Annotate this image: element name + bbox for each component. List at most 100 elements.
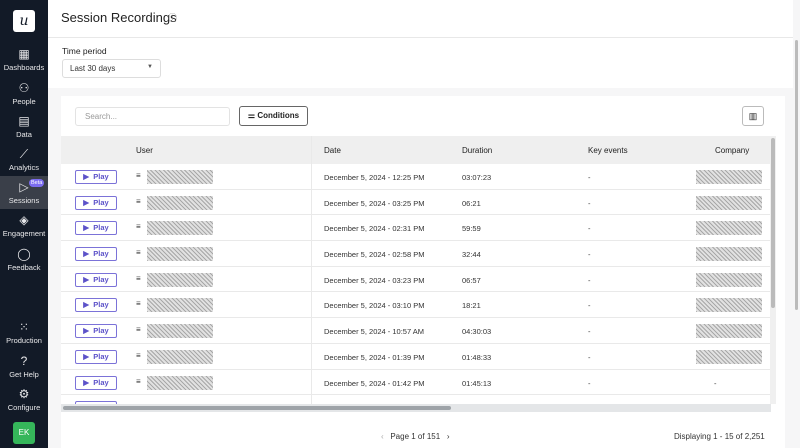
sidebar-item-people[interactable]: ⚇People [0,77,48,110]
column-duration[interactable]: Duration [462,146,492,155]
user-name-redacted[interactable] [147,170,213,184]
sidebar-item-label: Data [16,130,32,139]
sidebar-item-feedback[interactable]: ◯Feedback [0,243,48,276]
company-redacted [696,170,762,184]
user-name-redacted[interactable] [147,196,213,210]
sidebar-item-label: People [12,97,35,106]
app-logo[interactable]: u [13,10,35,32]
date-cell: December 5, 2024 - 03:10 PM [324,301,424,310]
key-events-cell: - [588,173,591,182]
sidebar-item-label: Configure [8,403,41,412]
table-row[interactable]: ▶ Play ≡ December 5, 2024 - 10:57 AM 04:… [61,318,771,344]
menu-icon[interactable]: ≡ [136,299,141,308]
sidebar-item-dashboards[interactable]: ▦Dashboards [0,43,48,76]
play-button[interactable]: ▶ Play [75,298,117,312]
play-icon: ▶ [83,172,89,181]
column-company[interactable]: Company [715,146,749,155]
sidebar-item-engagement[interactable]: ◈Engagement [0,209,48,242]
table-row[interactable]: ▶ Play ≡ December 5, 2024 - 01:42 PM 01:… [61,370,771,396]
date-cell: December 5, 2024 - 03:23 PM [324,276,424,285]
company-redacted [696,350,762,364]
scrollbar-thumb[interactable] [63,406,451,410]
column-date[interactable]: Date [324,146,341,155]
column-user[interactable]: User [136,146,153,155]
table-row[interactable] [61,395,771,404]
play-label: Play [93,223,108,232]
columns-button[interactable]: ▥ [742,106,764,126]
company-redacted [696,273,762,287]
key-events-cell: - [588,301,591,310]
key-events-cell: - [588,276,591,285]
play-icon: ▶ [83,326,89,335]
play-button[interactable]: ▶ Play [75,376,117,390]
duration-cell: 32:44 [462,250,481,259]
table-row[interactable]: ▶ Play ≡ December 5, 2024 - 03:25 PM 06:… [61,190,771,216]
user-name-redacted[interactable] [147,298,213,312]
menu-icon[interactable]: ≡ [136,197,141,206]
user-name-redacted[interactable] [147,221,213,235]
next-page-icon[interactable]: › [447,432,450,441]
page-indicator: Page 1 of 151 [390,432,440,441]
table-vertical-scrollbar[interactable] [770,136,776,404]
menu-icon[interactable]: ≡ [136,325,141,334]
sidebar-item-label: Dashboards [4,63,44,72]
key-events-cell: - [588,327,591,336]
play-label: Play [93,326,108,335]
sidebar-item-data[interactable]: ▤Data [0,110,48,143]
time-period-select[interactable]: Last 30 days▼ [62,59,161,78]
company-redacted [696,247,762,261]
user-name-redacted[interactable] [147,247,213,261]
duration-cell: 06:21 [462,199,481,208]
user-name-redacted[interactable] [147,376,213,390]
sidebar-item-sessions[interactable]: ▷SessionsBeta [0,176,48,209]
conditions-label: Conditions [257,111,299,120]
column-key-events[interactable]: Key events [588,146,628,155]
table-horizontal-scrollbar[interactable] [61,404,771,412]
menu-icon[interactable]: ≡ [136,351,141,360]
menu-icon[interactable]: ≡ [136,248,141,257]
search-input[interactable]: Search... [75,107,230,126]
menu-icon[interactable]: ≡ [136,377,141,386]
date-cell: December 5, 2024 - 10:57 AM [324,327,424,336]
user-name-redacted[interactable] [147,273,213,287]
dashboard-icon: ▦ [0,46,48,63]
filters-bar: Time period Last 30 days▼ [48,38,800,88]
play-button[interactable]: ▶ Play [75,350,117,364]
sidebar-item-configure[interactable]: ⚙Configure [0,383,48,416]
table-row[interactable]: ▶ Play ≡ December 5, 2024 - 02:58 PM 32:… [61,241,771,267]
play-button[interactable]: ▶ Play [75,170,117,184]
date-cell: December 5, 2024 - 01:42 PM [324,379,424,388]
menu-icon[interactable]: ≡ [136,222,141,231]
user-avatar[interactable]: EK [13,422,35,444]
play-button[interactable]: ▶ Play [75,324,117,338]
play-button[interactable]: ▶ Play [75,273,117,287]
prev-page-icon[interactable]: ‹ [381,432,384,441]
user-name-redacted[interactable] [147,350,213,364]
play-button[interactable]: ▶ Play [75,221,117,235]
sidebar-item-label: Production [6,336,42,345]
beta-badge: Beta [29,179,44,187]
table-row[interactable]: ▶ Play ≡ December 5, 2024 - 02:31 PM 59:… [61,215,771,241]
play-icon: ▶ [83,249,89,258]
chevron-down-icon: ▼ [147,64,153,70]
table-row[interactable]: ▶ Play ≡ December 5, 2024 - 03:10 PM 18:… [61,292,771,318]
table-header: User Date Duration Key events Company [61,136,771,164]
info-icon[interactable]: ⓘ [168,11,177,24]
key-events-cell: - [588,199,591,208]
key-events-cell: - [588,379,591,388]
table-row[interactable]: ▶ Play ≡ December 5, 2024 - 01:39 PM 01:… [61,344,771,370]
play-button[interactable]: ▶ Play [75,247,117,261]
sidebar-item-production[interactable]: ⁙Production [0,316,48,349]
page-scrollbar[interactable] [793,0,800,448]
menu-icon[interactable]: ≡ [136,274,141,283]
company-redacted [696,221,762,235]
menu-icon[interactable]: ≡ [136,171,141,180]
sidebar-item-get-help[interactable]: ?Get Help [0,350,48,383]
sidebar-item-analytics[interactable]: ⟋Analytics [0,143,48,176]
table-row[interactable]: ▶ Play ≡ December 5, 2024 - 12:25 PM 03:… [61,164,771,190]
table-row[interactable]: ▶ Play ≡ December 5, 2024 - 03:23 PM 06:… [61,267,771,293]
play-label: Play [93,352,108,361]
user-name-redacted[interactable] [147,324,213,338]
play-button[interactable]: ▶ Play [75,196,117,210]
conditions-button[interactable]: ⚌ Conditions [239,106,308,126]
